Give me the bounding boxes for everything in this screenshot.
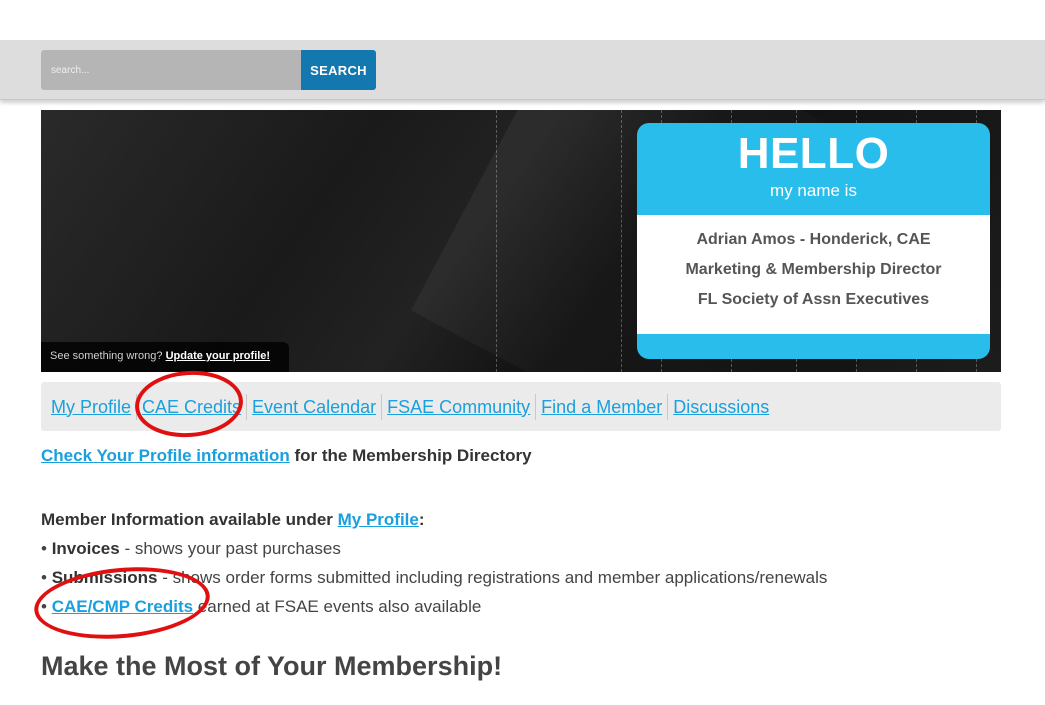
check-profile-link[interactable]: Check Your Profile information (41, 446, 290, 465)
nav-discussions[interactable]: Discussions (667, 393, 774, 420)
pinstripe (621, 110, 622, 372)
member-organization: FL Society of Assn Executives (697, 291, 930, 308)
name-badge: HELLO my name is Adrian Amos - Honderick… (637, 123, 990, 359)
nav-find-a-member[interactable]: Find a Member (535, 393, 667, 420)
member-name: Adrian Amos - Honderick, CAE (696, 231, 931, 248)
update-profile-link[interactable]: Update your profile! (166, 350, 271, 362)
list-item: • Submissions - shows order forms submit… (41, 563, 1001, 592)
my-profile-link[interactable]: My Profile (338, 510, 419, 529)
member-nav: My Profile CAE Credits Event Calendar FS… (41, 382, 1001, 431)
member-info-line: Member Information available under My Pr… (41, 505, 1001, 534)
nav-cae-credits[interactable]: CAE Credits (136, 393, 246, 420)
credits-description: earned at FSAE events also available (193, 597, 482, 616)
profile-banner: See something wrong? Update your profile… (41, 110, 1001, 372)
nav-fsae-community[interactable]: FSAE Community (381, 393, 535, 420)
invoices-description: - shows your past purchases (119, 539, 341, 558)
main-content: Check Your Profile information for the M… (41, 441, 1001, 682)
search-button[interactable]: SEARCH (301, 50, 376, 90)
badge-hello-title: HELLO (737, 129, 890, 178)
top-search-bar: SEARCH (0, 40, 1045, 100)
search-input[interactable] (41, 50, 301, 90)
badge-subtitle: my name is (770, 181, 857, 200)
membership-heading: Make the Most of Your Membership! (41, 651, 503, 681)
list-item: • CAE/CMP Credits earned at FSAE events … (41, 592, 1001, 621)
bullet: • (41, 568, 52, 587)
cae-cmp-credits-link[interactable]: CAE/CMP Credits (52, 597, 193, 616)
nav-my-profile[interactable]: My Profile (51, 394, 136, 420)
bullet: • (41, 539, 52, 558)
member-title: Marketing & Membership Director (685, 261, 942, 278)
submissions-label: Submissions (51, 568, 158, 587)
nav-event-calendar[interactable]: Event Calendar (246, 393, 381, 420)
profile-check-line: Check Your Profile information for the M… (41, 441, 1001, 470)
member-info-text: Member Information available under (41, 510, 338, 529)
bullet: • (41, 597, 52, 616)
list-item: • Invoices - shows your past purchases (41, 534, 1001, 563)
submissions-description: - shows order forms submitted including … (157, 568, 828, 587)
profile-correction-note: See something wrong? Update your profile… (41, 342, 289, 372)
pinstripe (496, 110, 497, 372)
correction-note-text: See something wrong? (50, 350, 163, 362)
profile-check-text: for the Membership Directory (289, 446, 532, 465)
member-info-colon: : (418, 510, 425, 529)
invoices-label: Invoices (51, 539, 120, 558)
badge-body: Adrian Amos - Honderick, CAE Marketing &… (637, 215, 990, 334)
